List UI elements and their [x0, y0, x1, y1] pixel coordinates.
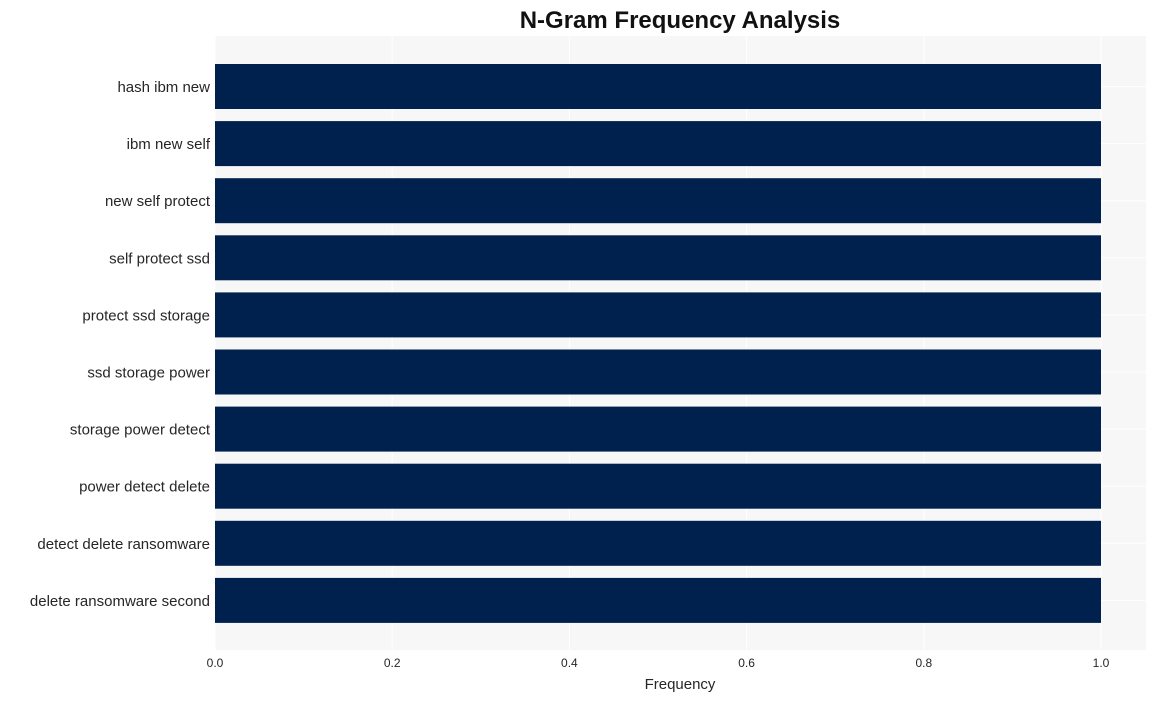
y-tick-label: delete ransomware second [30, 593, 210, 610]
x-tick-label: 0.0 [207, 656, 224, 670]
x-tick-labels: 0.0 0.2 0.4 0.6 0.8 1.0 [207, 656, 1110, 670]
x-tick-label: 1.0 [1093, 656, 1110, 670]
x-tick-label: 0.4 [561, 656, 578, 670]
x-axis-label: Frequency [645, 676, 716, 693]
bar-delete-ransomware-second [215, 577, 1101, 623]
bar-hash-ibm-new [215, 64, 1101, 109]
bar-ibm-new-self [215, 121, 1101, 167]
bar-ssd-storage-power [215, 349, 1101, 395]
y-tick-label: storage power detect [70, 422, 211, 439]
y-tick-label: power detect delete [79, 479, 210, 496]
y-tick-label: hash ibm new [117, 79, 210, 96]
x-tick-label: 0.2 [384, 656, 401, 670]
chart-title: N-Gram Frequency Analysis [520, 7, 841, 34]
x-tick-label: 0.8 [915, 656, 932, 670]
y-tick-label: protect ssd storage [82, 307, 210, 324]
bar-detect-delete-ransomware [215, 520, 1101, 566]
bar-new-self-protect [215, 178, 1101, 224]
y-tick-label: ibm new self [127, 136, 211, 153]
y-tick-label: ssd storage power [87, 365, 210, 382]
bar-power-detect-delete [215, 463, 1101, 509]
y-tick-labels: hash ibm new ibm new self new self protect… [30, 79, 211, 610]
bar-storage-power-detect [215, 406, 1101, 452]
y-tick-label: new self protect [105, 193, 211, 210]
bar-protect-ssd-storage [215, 292, 1101, 338]
ngram-frequency-chart: hash ibm new ibm new self new self protect… [30, 7, 1146, 693]
bar-self-protect-ssd [215, 235, 1101, 281]
y-tick-label: detect delete ransomware [37, 536, 210, 553]
x-tick-label: 0.6 [738, 656, 755, 670]
y-tick-label: self protect ssd [109, 250, 210, 267]
